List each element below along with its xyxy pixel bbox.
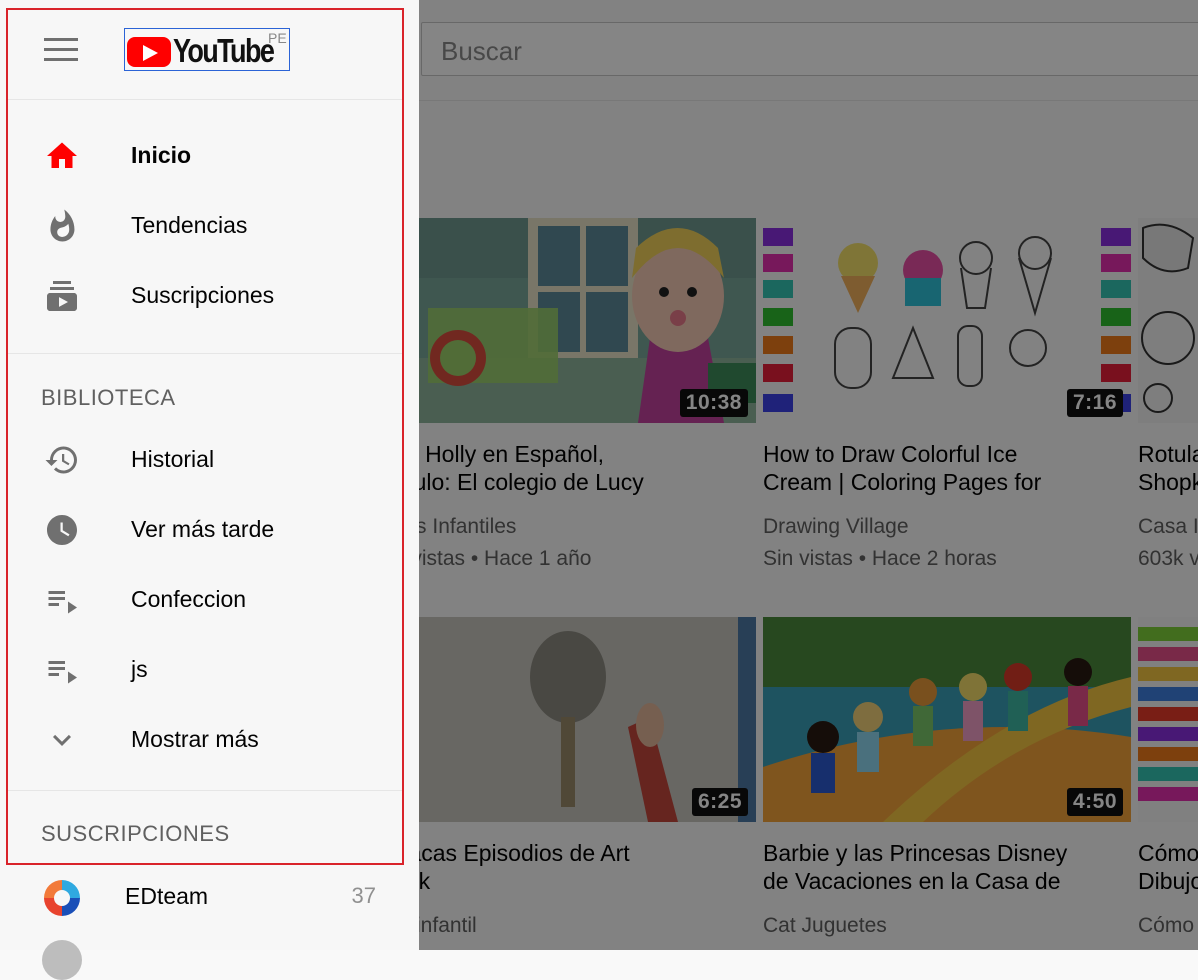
logo-wordmark: YouTube bbox=[173, 32, 275, 69]
play-logo-icon bbox=[127, 37, 171, 67]
divider bbox=[8, 99, 404, 100]
guide-item-label: js bbox=[131, 656, 148, 682]
subscription-name: EDteam bbox=[125, 883, 209, 909]
guide-item-label: Tendencias bbox=[131, 212, 248, 238]
guide-item-inicio[interactable]: Inicio bbox=[8, 121, 404, 191]
guide-item-tendencias[interactable]: Tendencias bbox=[8, 191, 404, 261]
hamburger-menu-icon[interactable] bbox=[44, 38, 78, 62]
playlist-icon bbox=[44, 582, 80, 618]
guide-item-suscripciones[interactable]: Suscripciones bbox=[8, 261, 404, 331]
guide-item-label: Suscripciones bbox=[131, 282, 275, 308]
show-more-button[interactable]: Mostrar más bbox=[8, 705, 404, 775]
guide-item-label: Historial bbox=[131, 446, 215, 472]
guide-item-historial[interactable]: Historial bbox=[8, 425, 404, 495]
section-title-suscripciones: SUSCRIPCIONES bbox=[41, 821, 230, 846]
guide-item-label: Ver más tarde bbox=[131, 516, 275, 542]
divider bbox=[8, 353, 404, 354]
section-title-biblioteca: BIBLIOTECA bbox=[41, 385, 176, 410]
home-icon bbox=[44, 138, 80, 174]
edteam-avatar-icon bbox=[42, 878, 82, 918]
logo-region: PE bbox=[268, 30, 287, 46]
playlist-icon bbox=[44, 652, 80, 688]
guide-item-playlist-confeccion[interactable]: Confeccion bbox=[8, 565, 404, 635]
history-icon bbox=[44, 442, 80, 478]
guide-item-label: Confeccion bbox=[131, 586, 247, 612]
subscription-item-edteam[interactable]: EDteam 37 bbox=[0, 864, 419, 928]
subscriptions-icon bbox=[44, 278, 80, 314]
flame-icon bbox=[44, 208, 80, 244]
chevron-down-icon bbox=[44, 722, 80, 758]
guide-drawer: YouTube PE Inicio Tendencias Suscripcion… bbox=[0, 0, 419, 980]
guide-item-label: Inicio bbox=[131, 142, 192, 168]
guide-item-label: Mostrar más bbox=[131, 726, 259, 752]
subscription-avatar-partial[interactable] bbox=[42, 940, 82, 980]
subscription-count: 37 bbox=[351, 883, 376, 908]
guide-item-playlist-js[interactable]: js bbox=[8, 635, 404, 705]
youtube-logo[interactable]: YouTube PE bbox=[124, 28, 290, 71]
divider bbox=[8, 790, 404, 791]
guide-item-ver-mas-tarde[interactable]: Ver más tarde bbox=[8, 495, 404, 565]
clock-icon bbox=[44, 512, 80, 548]
